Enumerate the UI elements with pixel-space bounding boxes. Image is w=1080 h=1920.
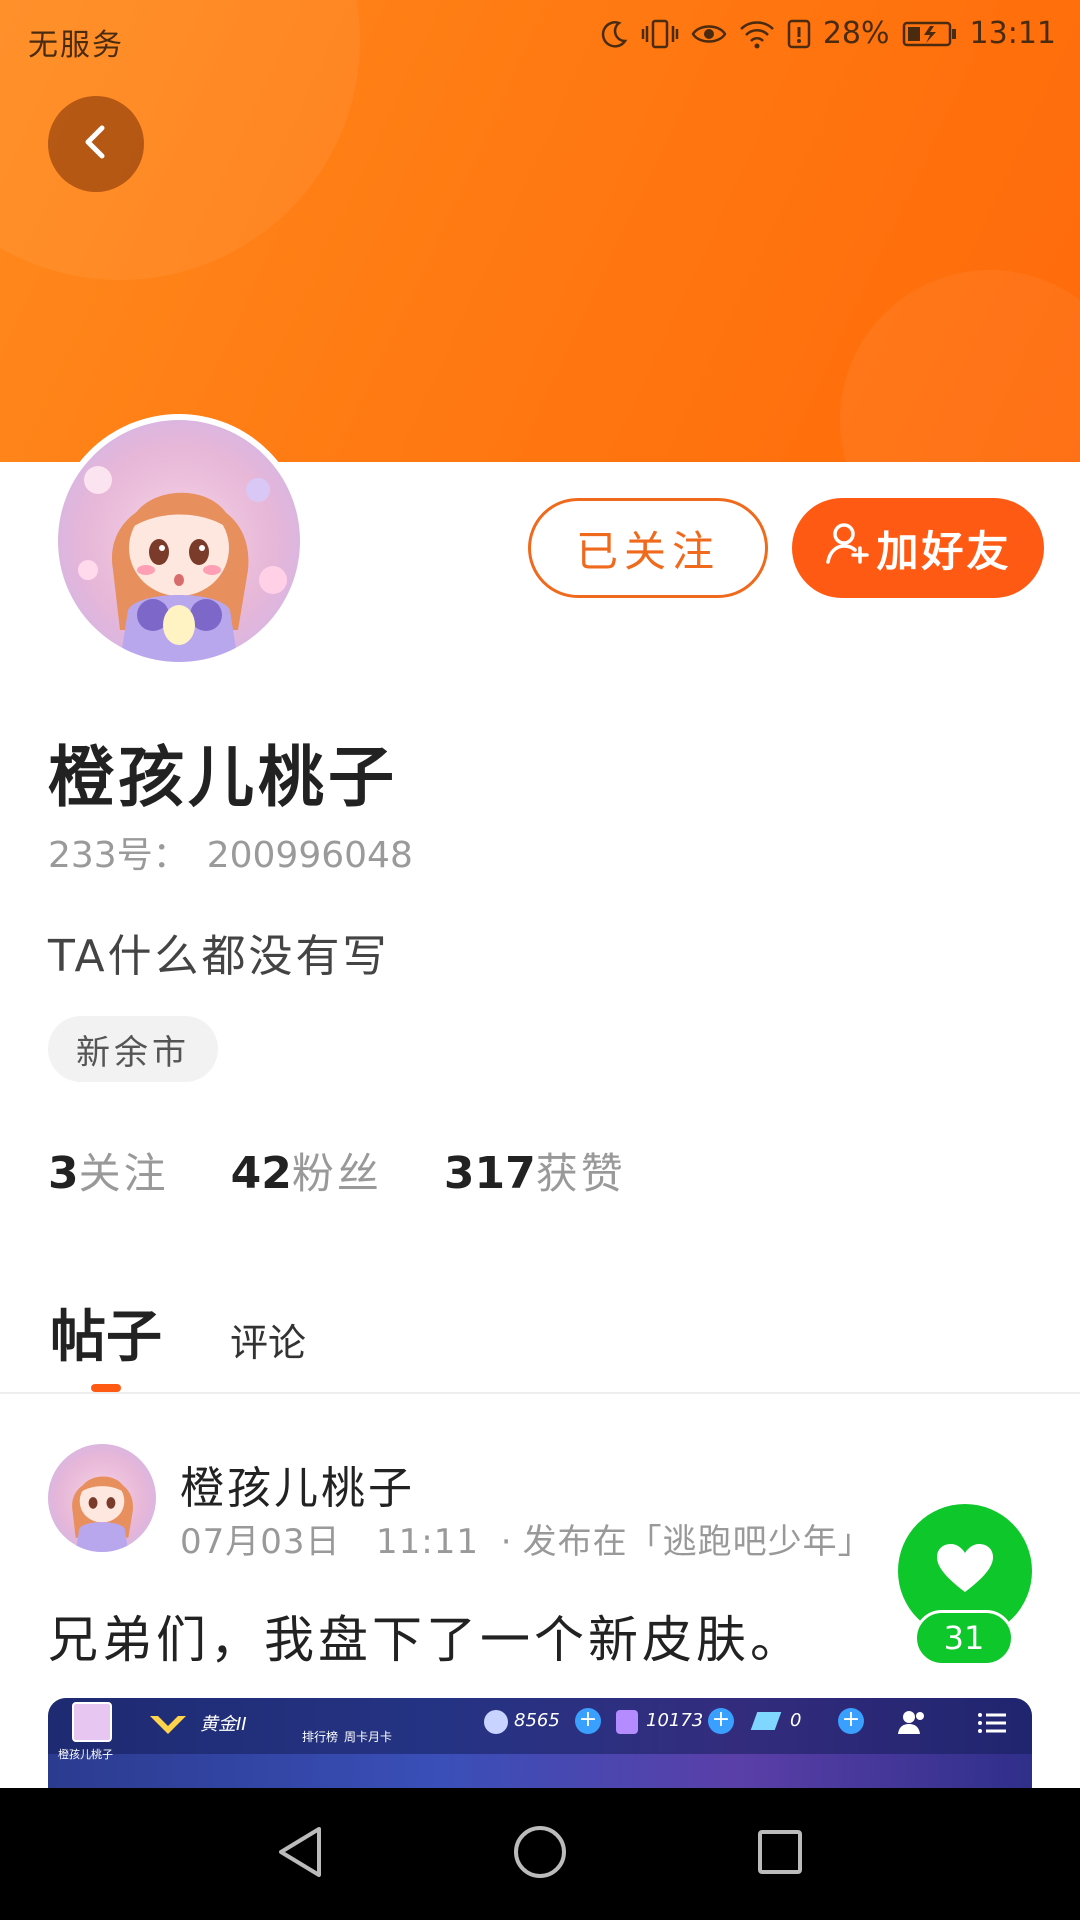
banner-decoration: [840, 270, 1080, 462]
post-community[interactable]: 发布在「逃跑吧少年」: [523, 1522, 873, 1562]
post-author-name[interactable]: 橙孩儿桃子: [180, 1452, 415, 1516]
vibrate-icon: [641, 18, 679, 50]
diamond-icon: [750, 1712, 782, 1730]
account-id: 200996048: [206, 835, 413, 876]
add-diamonds-icon: +: [838, 1708, 864, 1734]
heart-icon: [937, 1544, 993, 1598]
likes-stat[interactable]: 317获赞: [444, 1140, 626, 1201]
menu-icon: [978, 1712, 1006, 1738]
wifi-icon: [739, 19, 775, 49]
tab-posts[interactable]: 帖子: [50, 1292, 162, 1373]
profile-bio: TA什么都没有写: [48, 931, 390, 982]
meta-separator: ·: [500, 1522, 513, 1562]
profile-avatar[interactable]: [52, 414, 306, 668]
chevron-left-icon: [76, 122, 116, 166]
game-points: 10173: [646, 1710, 704, 1731]
square-recents-icon: [756, 1828, 804, 1880]
game-diamonds: 0: [790, 1710, 802, 1731]
coin-icon: [484, 1710, 508, 1734]
post-text[interactable]: 兄弟们，我盘下了一个新皮肤。: [48, 1600, 804, 1672]
game-weekly-card-label: 周卡月卡: [344, 1730, 393, 1744]
tab-comments[interactable]: 评论: [230, 1312, 306, 1367]
profile-name: 橙孩儿桃子: [48, 739, 398, 816]
add-friend-button[interactable]: 加好友: [792, 498, 1044, 598]
nav-recents-button[interactable]: [744, 1818, 816, 1890]
add-coins-icon: +: [575, 1708, 601, 1734]
eye-icon: [691, 20, 727, 48]
post-meta: 07月03日 11:11 · 发布在「逃跑吧少年」: [180, 1514, 873, 1563]
nav-home-button[interactable]: [504, 1818, 576, 1890]
account-number: 233号： 200996048: [48, 826, 413, 878]
profile-stats: 3关注 42粉丝 317获赞: [48, 1140, 626, 1201]
game-rank: 黄金II: [200, 1714, 247, 1735]
carrier-text: 无服务: [28, 28, 124, 63]
clock: 13:11: [969, 16, 1056, 51]
status-icons: 28% 13:11: [599, 16, 1056, 51]
location-badge: 新余市: [48, 1016, 218, 1082]
game-coins: 8565: [514, 1710, 560, 1731]
fans-stat[interactable]: 42粉丝: [231, 1140, 382, 1201]
battery-percent: 28%: [822, 16, 890, 51]
add-user-icon: [824, 520, 870, 576]
post-time: 11:11: [375, 1522, 479, 1562]
likes-label: 获赞: [535, 1149, 626, 1198]
triangle-back-icon: [275, 1825, 325, 1883]
game-top-bar: 橙孩儿桃子 黄金II 排行榜 周卡月卡 8565 + 10173 + 0 +: [48, 1698, 1032, 1761]
following-stat[interactable]: 3关注: [48, 1140, 169, 1201]
active-tab-indicator: [91, 1384, 121, 1392]
back-button[interactable]: [48, 96, 144, 192]
post-image[interactable]: 橙孩儿桃子 黄金II 排行榜 周卡月卡 8565 + 10173 + 0 +: [48, 1698, 1032, 1788]
fans-count: 42: [230, 1148, 292, 1199]
friends-icon: [898, 1710, 928, 1738]
circle-home-icon: [512, 1824, 568, 1884]
post-date: 07月03日: [180, 1522, 341, 1562]
likes-count: 317: [443, 1148, 536, 1199]
add-points-icon: +: [708, 1708, 734, 1734]
alert-icon: [787, 19, 811, 49]
system-nav-bar: [0, 1788, 1080, 1920]
avatar-image: [58, 420, 300, 662]
fans-label: 粉丝: [291, 1149, 382, 1198]
following-count: 3: [48, 1148, 79, 1199]
status-bar: 无服务 28% 13:11: [0, 0, 1080, 78]
battery-icon: [902, 20, 958, 48]
game-avatar: [72, 1702, 112, 1742]
content-tabs: 帖子 评论: [0, 1286, 1080, 1394]
moon-icon: [599, 19, 629, 49]
followed-button[interactable]: 已关注: [528, 498, 768, 598]
add-friend-label: 加好友: [876, 526, 1012, 576]
rank-badge-icon: [148, 1712, 188, 1742]
following-label: 关注: [78, 1149, 169, 1198]
points-icon: [616, 1710, 638, 1734]
like-count: 31: [914, 1610, 1014, 1666]
game-player-name: 橙孩儿桃子: [58, 1748, 113, 1761]
game-ranking-label: 排行榜: [302, 1730, 339, 1744]
account-label: 233号：: [48, 835, 189, 876]
nav-back-button[interactable]: [264, 1818, 336, 1890]
post-author-avatar[interactable]: [48, 1444, 156, 1552]
